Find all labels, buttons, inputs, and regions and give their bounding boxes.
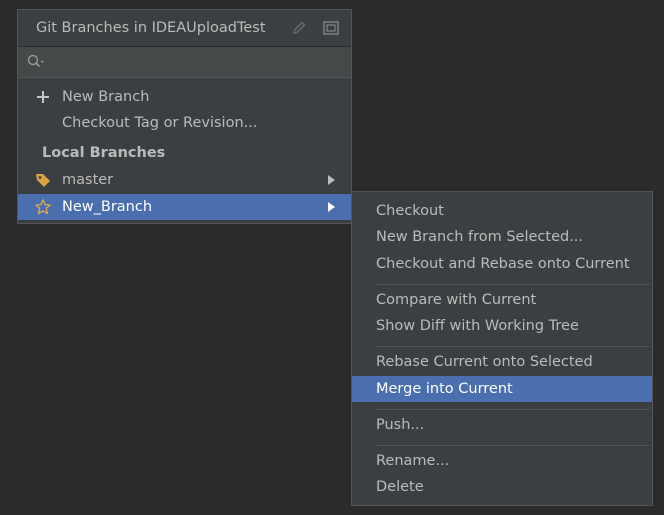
- branch-actions-submenu: Checkout New Branch from Selected... Che…: [351, 191, 653, 506]
- menu-item-label: Delete: [376, 479, 424, 495]
- branch-item-new-branch[interactable]: New_Branch: [18, 194, 351, 220]
- compare-with-current-menu-item[interactable]: Compare with Current: [352, 287, 652, 313]
- menu-item-label: Show Diff with Working Tree: [376, 318, 579, 334]
- edit-icon[interactable]: [290, 19, 308, 37]
- checkout-menu-item[interactable]: Checkout: [352, 198, 652, 224]
- search-icon[interactable]: [26, 53, 46, 71]
- menu-item-label: Compare with Current: [376, 292, 537, 308]
- rebase-current-menu-item[interactable]: Rebase Current onto Selected: [352, 349, 652, 375]
- menu-item-label: Rebase Current onto Selected: [376, 354, 593, 370]
- star-icon: [34, 198, 52, 216]
- menu-item-label: Push...: [376, 417, 425, 433]
- menu-separator: [376, 409, 650, 410]
- menu-separator: [376, 284, 650, 285]
- delete-menu-item[interactable]: Delete: [352, 474, 652, 500]
- menu-separator: [376, 346, 650, 347]
- plus-icon: [34, 88, 52, 106]
- menu-item-label: Merge into Current: [376, 381, 513, 397]
- new-branch-from-selected-menu-item[interactable]: New Branch from Selected...: [352, 224, 652, 250]
- menu-item-label: New Branch from Selected...: [376, 229, 584, 245]
- branch-label-new-branch: New_Branch: [62, 199, 153, 215]
- search-input[interactable]: [50, 51, 344, 75]
- git-branches-popup: Git Branches in IDEAUploadTest New Branc…: [17, 9, 352, 224]
- tag-icon: [34, 171, 52, 189]
- submenu-arrow-icon: [328, 175, 335, 185]
- restore-window-icon[interactable]: [322, 19, 340, 37]
- merge-into-current-menu-item[interactable]: Merge into Current: [352, 376, 652, 402]
- checkout-tag-label: Checkout Tag or Revision...: [62, 115, 258, 131]
- popup-title: Git Branches in IDEAUploadTest: [36, 20, 266, 36]
- local-branches-header: Local Branches: [42, 145, 166, 161]
- menu-item-label: Rename...: [376, 453, 450, 469]
- rename-menu-item[interactable]: Rename...: [352, 448, 652, 474]
- popup-header: Git Branches in IDEAUploadTest: [18, 10, 351, 47]
- checkout-and-rebase-menu-item[interactable]: Checkout and Rebase onto Current: [352, 251, 652, 277]
- search-row: [18, 47, 351, 78]
- submenu-arrow-icon: [328, 202, 335, 212]
- menu-separator: [376, 445, 650, 446]
- menu-item-label: Checkout: [376, 203, 444, 219]
- push-menu-item[interactable]: Push...: [352, 412, 652, 438]
- branch-item-master[interactable]: master: [18, 167, 351, 193]
- menu-item-label: Checkout and Rebase onto Current: [376, 256, 630, 272]
- show-diff-menu-item[interactable]: Show Diff with Working Tree: [352, 313, 652, 339]
- checkout-tag-action[interactable]: Checkout Tag or Revision...: [18, 110, 351, 136]
- branch-label-master: master: [62, 172, 114, 188]
- new-branch-action[interactable]: New Branch: [18, 84, 351, 110]
- new-branch-label: New Branch: [62, 89, 150, 105]
